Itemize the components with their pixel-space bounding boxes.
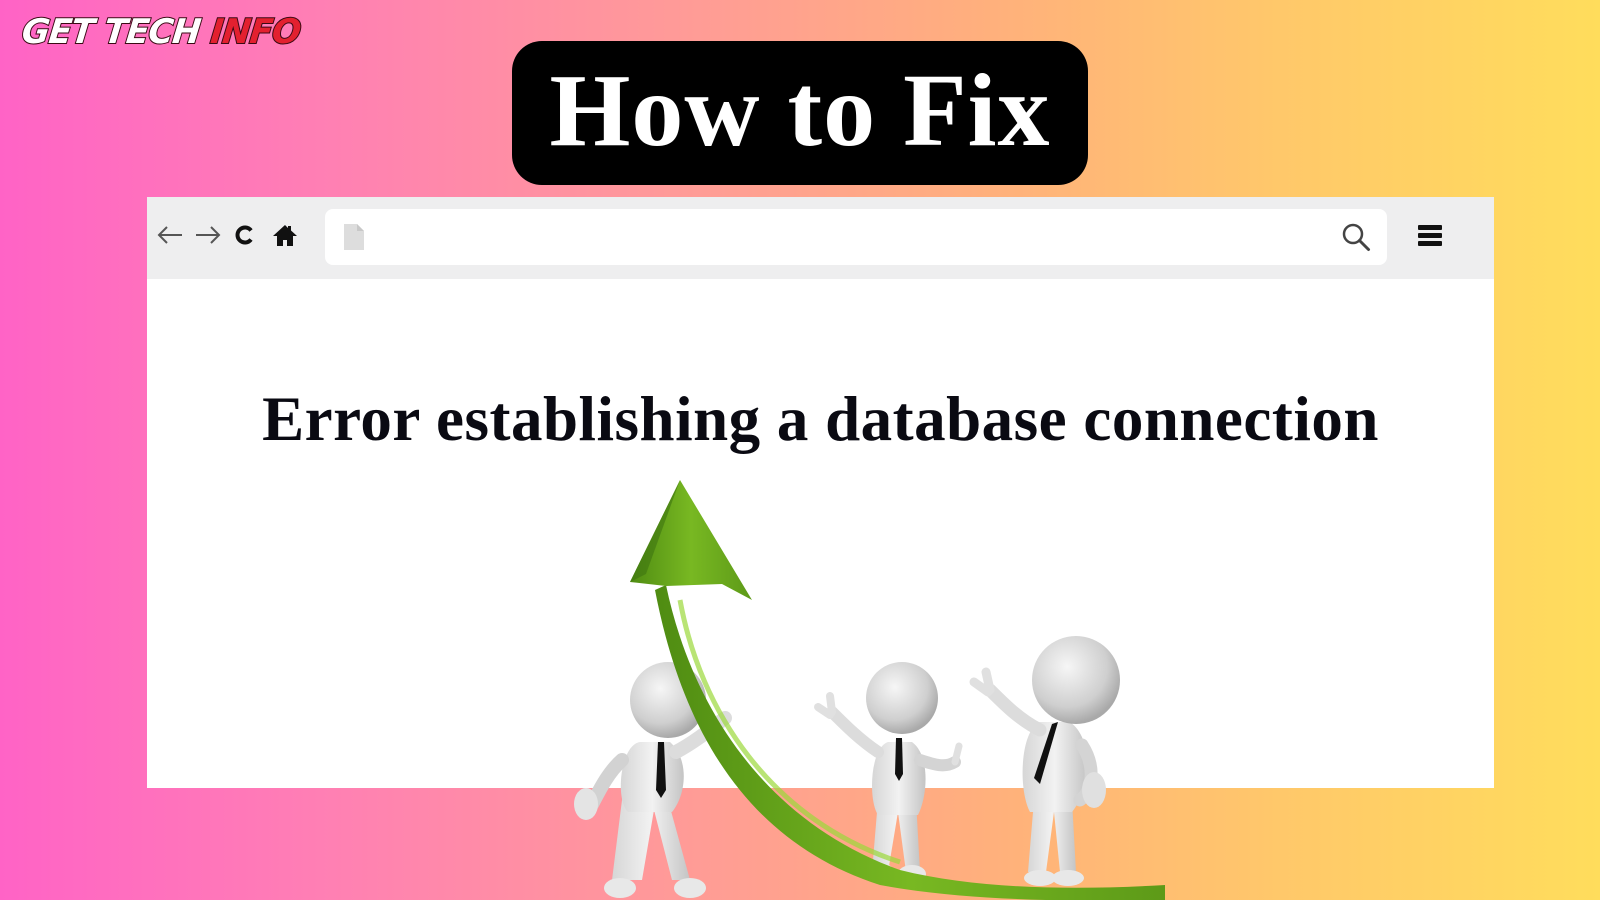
blank-page-icon [344,224,364,250]
home-button[interactable] [271,217,299,253]
home-icon [273,225,297,246]
title-banner: How to Fix [512,41,1088,185]
browser-toolbar [147,197,1494,279]
search-icon[interactable] [1341,222,1371,252]
reload-button[interactable] [233,217,257,253]
hamburger-menu-icon[interactable] [1418,225,1442,247]
address-bar[interactable] [325,209,1387,265]
reload-icon [235,225,253,245]
browser-window: Error establishing a database connection [147,197,1494,788]
brand-logo-accent: INFO [208,11,303,53]
brand-logo: GET TECH INFO [19,11,303,53]
arrow-left-icon [157,226,182,244]
error-message: Error establishing a database connection [262,384,1379,454]
forward-button[interactable] [193,217,223,253]
back-button[interactable] [155,217,185,253]
brand-logo-text: GET TECH [19,11,213,53]
page-title: How to Fix [549,53,1051,168]
arrow-right-icon [196,226,221,244]
